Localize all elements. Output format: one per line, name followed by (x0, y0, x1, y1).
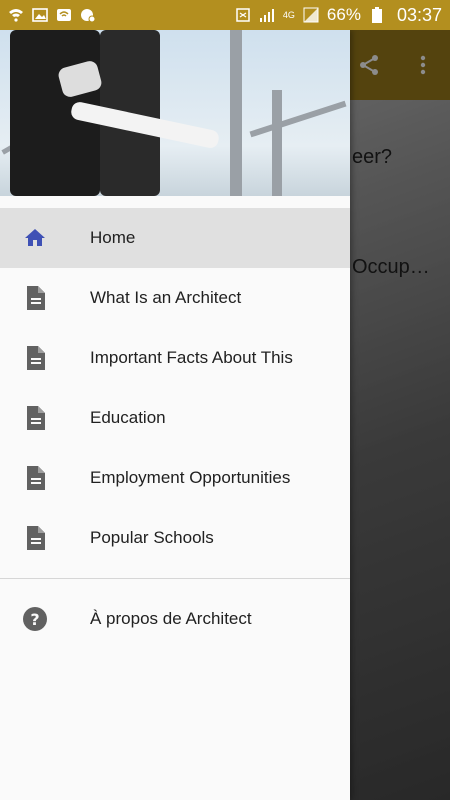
battery-icon (369, 7, 385, 23)
signal-icon (259, 7, 275, 23)
drawer-item-label: Employment Opportunities (90, 468, 291, 487)
help-icon: ? (22, 606, 48, 632)
svg-text:?: ? (30, 610, 39, 629)
drawer-item-what-is-an-architect[interactable]: What Is an Architect (0, 268, 350, 328)
drawer-item-education[interactable]: Education (0, 388, 350, 448)
crane-shape (249, 100, 347, 138)
drawer-item-employment-opportunities[interactable]: Employment Opportunities (0, 448, 350, 508)
drawer-header-image (0, 30, 350, 196)
drawer-item-home[interactable]: Home (0, 208, 350, 268)
drawer-menu: Home What Is an Architect Important Fact… (0, 196, 350, 649)
document-icon (22, 405, 48, 431)
status-time: 03:37 (396, 4, 442, 25)
drawer-item-label: Important Facts About This (90, 348, 293, 367)
drawer-item-label: Home (90, 228, 136, 247)
document-icon (22, 285, 48, 311)
network-type: 4G (282, 9, 295, 20)
crane-shape (230, 30, 242, 196)
document-icon (22, 525, 48, 551)
navigation-drawer: Home What Is an Architect Important Fact… (0, 30, 350, 800)
drawer-item-label: Education (90, 408, 166, 427)
drawer-item-label: À propos de Architect (90, 609, 252, 628)
wifi-calling-icon (8, 7, 24, 23)
sim-icon (235, 7, 251, 23)
bug-icon (80, 7, 96, 23)
battery-percent: 66% (326, 5, 361, 24)
wifi-icon (56, 7, 72, 23)
signal-2-icon (303, 7, 319, 23)
home-icon (22, 225, 48, 251)
status-left-icons (8, 7, 96, 23)
drawer-item-important-facts[interactable]: Important Facts About This (0, 328, 350, 388)
crane-shape (272, 90, 282, 196)
drawer-item-label: What Is an Architect (90, 288, 242, 307)
drawer-divider (0, 578, 350, 579)
image-icon (32, 7, 48, 23)
drawer-item-label: Popular Schools (90, 528, 214, 547)
status-bar: 4G 66% 03:37 (0, 0, 450, 30)
document-icon (22, 465, 48, 491)
drawer-item-popular-schools[interactable]: Popular Schools (0, 508, 350, 568)
drawer-item-about[interactable]: ? À propos de Architect (0, 589, 350, 649)
status-right-icons: 4G 66% 03:37 (235, 5, 442, 26)
document-icon (22, 345, 48, 371)
